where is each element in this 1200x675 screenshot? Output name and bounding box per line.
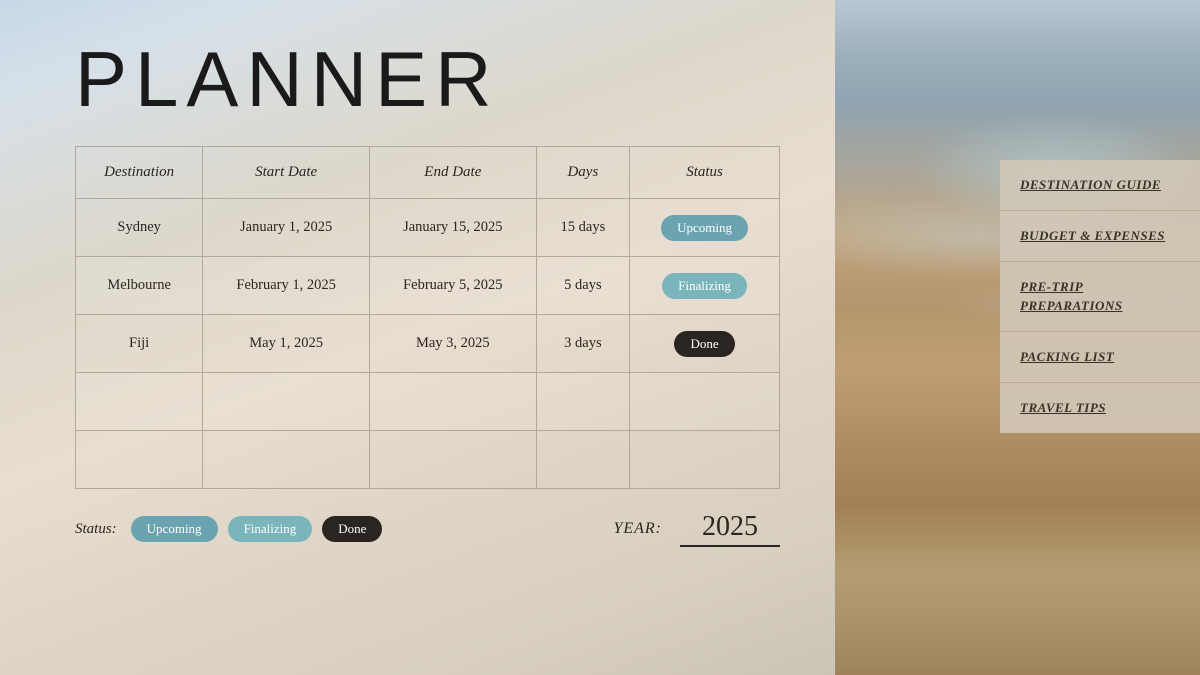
badge-done: Done (322, 516, 382, 542)
col-header-days: Days (536, 147, 629, 199)
cell-status (630, 373, 780, 431)
status-badge: Upcoming (661, 215, 748, 241)
status-badge: Finalizing (662, 273, 747, 299)
cell-start-date (203, 431, 370, 489)
sidebar-link-pre-trip[interactable]: PRE-TRIP PREPARATIONS (1020, 278, 1180, 314)
cell-end-date: January 15, 2025 (369, 199, 536, 257)
sidebar-nav: DESTINATION GUIDE BUDGET & EXPENSES PRE-… (1000, 160, 1200, 433)
cell-destination: Fiji (76, 315, 203, 373)
right-panel: DESTINATION GUIDE BUDGET & EXPENSES PRE-… (835, 0, 1200, 675)
footer-status: Status: Upcoming Finalizing Done (75, 516, 382, 542)
page-title: PLANNER (75, 40, 780, 118)
cell-status: Done (630, 315, 780, 373)
cell-start-date: May 1, 2025 (203, 315, 370, 373)
sidebar-item-pre-trip[interactable]: PRE-TRIP PREPARATIONS (1000, 262, 1200, 331)
badge-upcoming: Upcoming (131, 516, 218, 542)
sidebar-link-travel-tips[interactable]: TRAVEL TIPS (1020, 399, 1180, 417)
col-header-destination: Destination (76, 147, 203, 199)
cell-destination (76, 373, 203, 431)
col-header-status: Status (630, 147, 780, 199)
badge-finalizing: Finalizing (228, 516, 313, 542)
sidebar-link-destination-guide[interactable]: DESTINATION GUIDE (1020, 176, 1180, 194)
cell-days: 3 days (536, 315, 629, 373)
cell-days (536, 373, 629, 431)
year-label: YEAR: (613, 520, 662, 538)
left-panel: PLANNER Destination Start Date End Date … (0, 0, 835, 675)
cell-destination: Melbourne (76, 257, 203, 315)
table-row: SydneyJanuary 1, 2025January 15, 202515 … (76, 199, 780, 257)
col-header-start-date: Start Date (203, 147, 370, 199)
cell-start-date: January 1, 2025 (203, 199, 370, 257)
sidebar-item-budget[interactable]: BUDGET & EXPENSES (1000, 211, 1200, 262)
cell-destination: Sydney (76, 199, 203, 257)
status-label: Status: (75, 521, 117, 538)
cell-end-date (369, 373, 536, 431)
col-header-end-date: End Date (369, 147, 536, 199)
cell-status: Upcoming (630, 199, 780, 257)
status-badge: Done (674, 331, 734, 357)
sidebar-link-packing[interactable]: PACKING LIST (1020, 348, 1180, 366)
sidebar-item-packing[interactable]: PACKING LIST (1000, 332, 1200, 383)
sidebar-item-destination-guide[interactable]: DESTINATION GUIDE (1000, 160, 1200, 211)
cell-start-date: February 1, 2025 (203, 257, 370, 315)
cell-status (630, 431, 780, 489)
sidebar-link-budget[interactable]: BUDGET & EXPENSES (1020, 227, 1180, 245)
cell-start-date (203, 373, 370, 431)
table-row (76, 431, 780, 489)
planner-table: Destination Start Date End Date Days Sta… (75, 146, 780, 489)
footer: Status: Upcoming Finalizing Done YEAR: 2… (75, 511, 780, 547)
cell-end-date: May 3, 2025 (369, 315, 536, 373)
cell-end-date: February 5, 2025 (369, 257, 536, 315)
cell-days (536, 431, 629, 489)
cell-days: 5 days (536, 257, 629, 315)
year-value: 2025 (680, 511, 780, 547)
table-row: MelbourneFebruary 1, 2025February 5, 202… (76, 257, 780, 315)
cell-days: 15 days (536, 199, 629, 257)
cell-end-date (369, 431, 536, 489)
cell-status: Finalizing (630, 257, 780, 315)
table-row (76, 373, 780, 431)
year-section: YEAR: 2025 (613, 511, 780, 547)
table-row: FijiMay 1, 2025May 3, 20253 days Done (76, 315, 780, 373)
sidebar-item-travel-tips[interactable]: TRAVEL TIPS (1000, 383, 1200, 433)
cell-destination (76, 431, 203, 489)
